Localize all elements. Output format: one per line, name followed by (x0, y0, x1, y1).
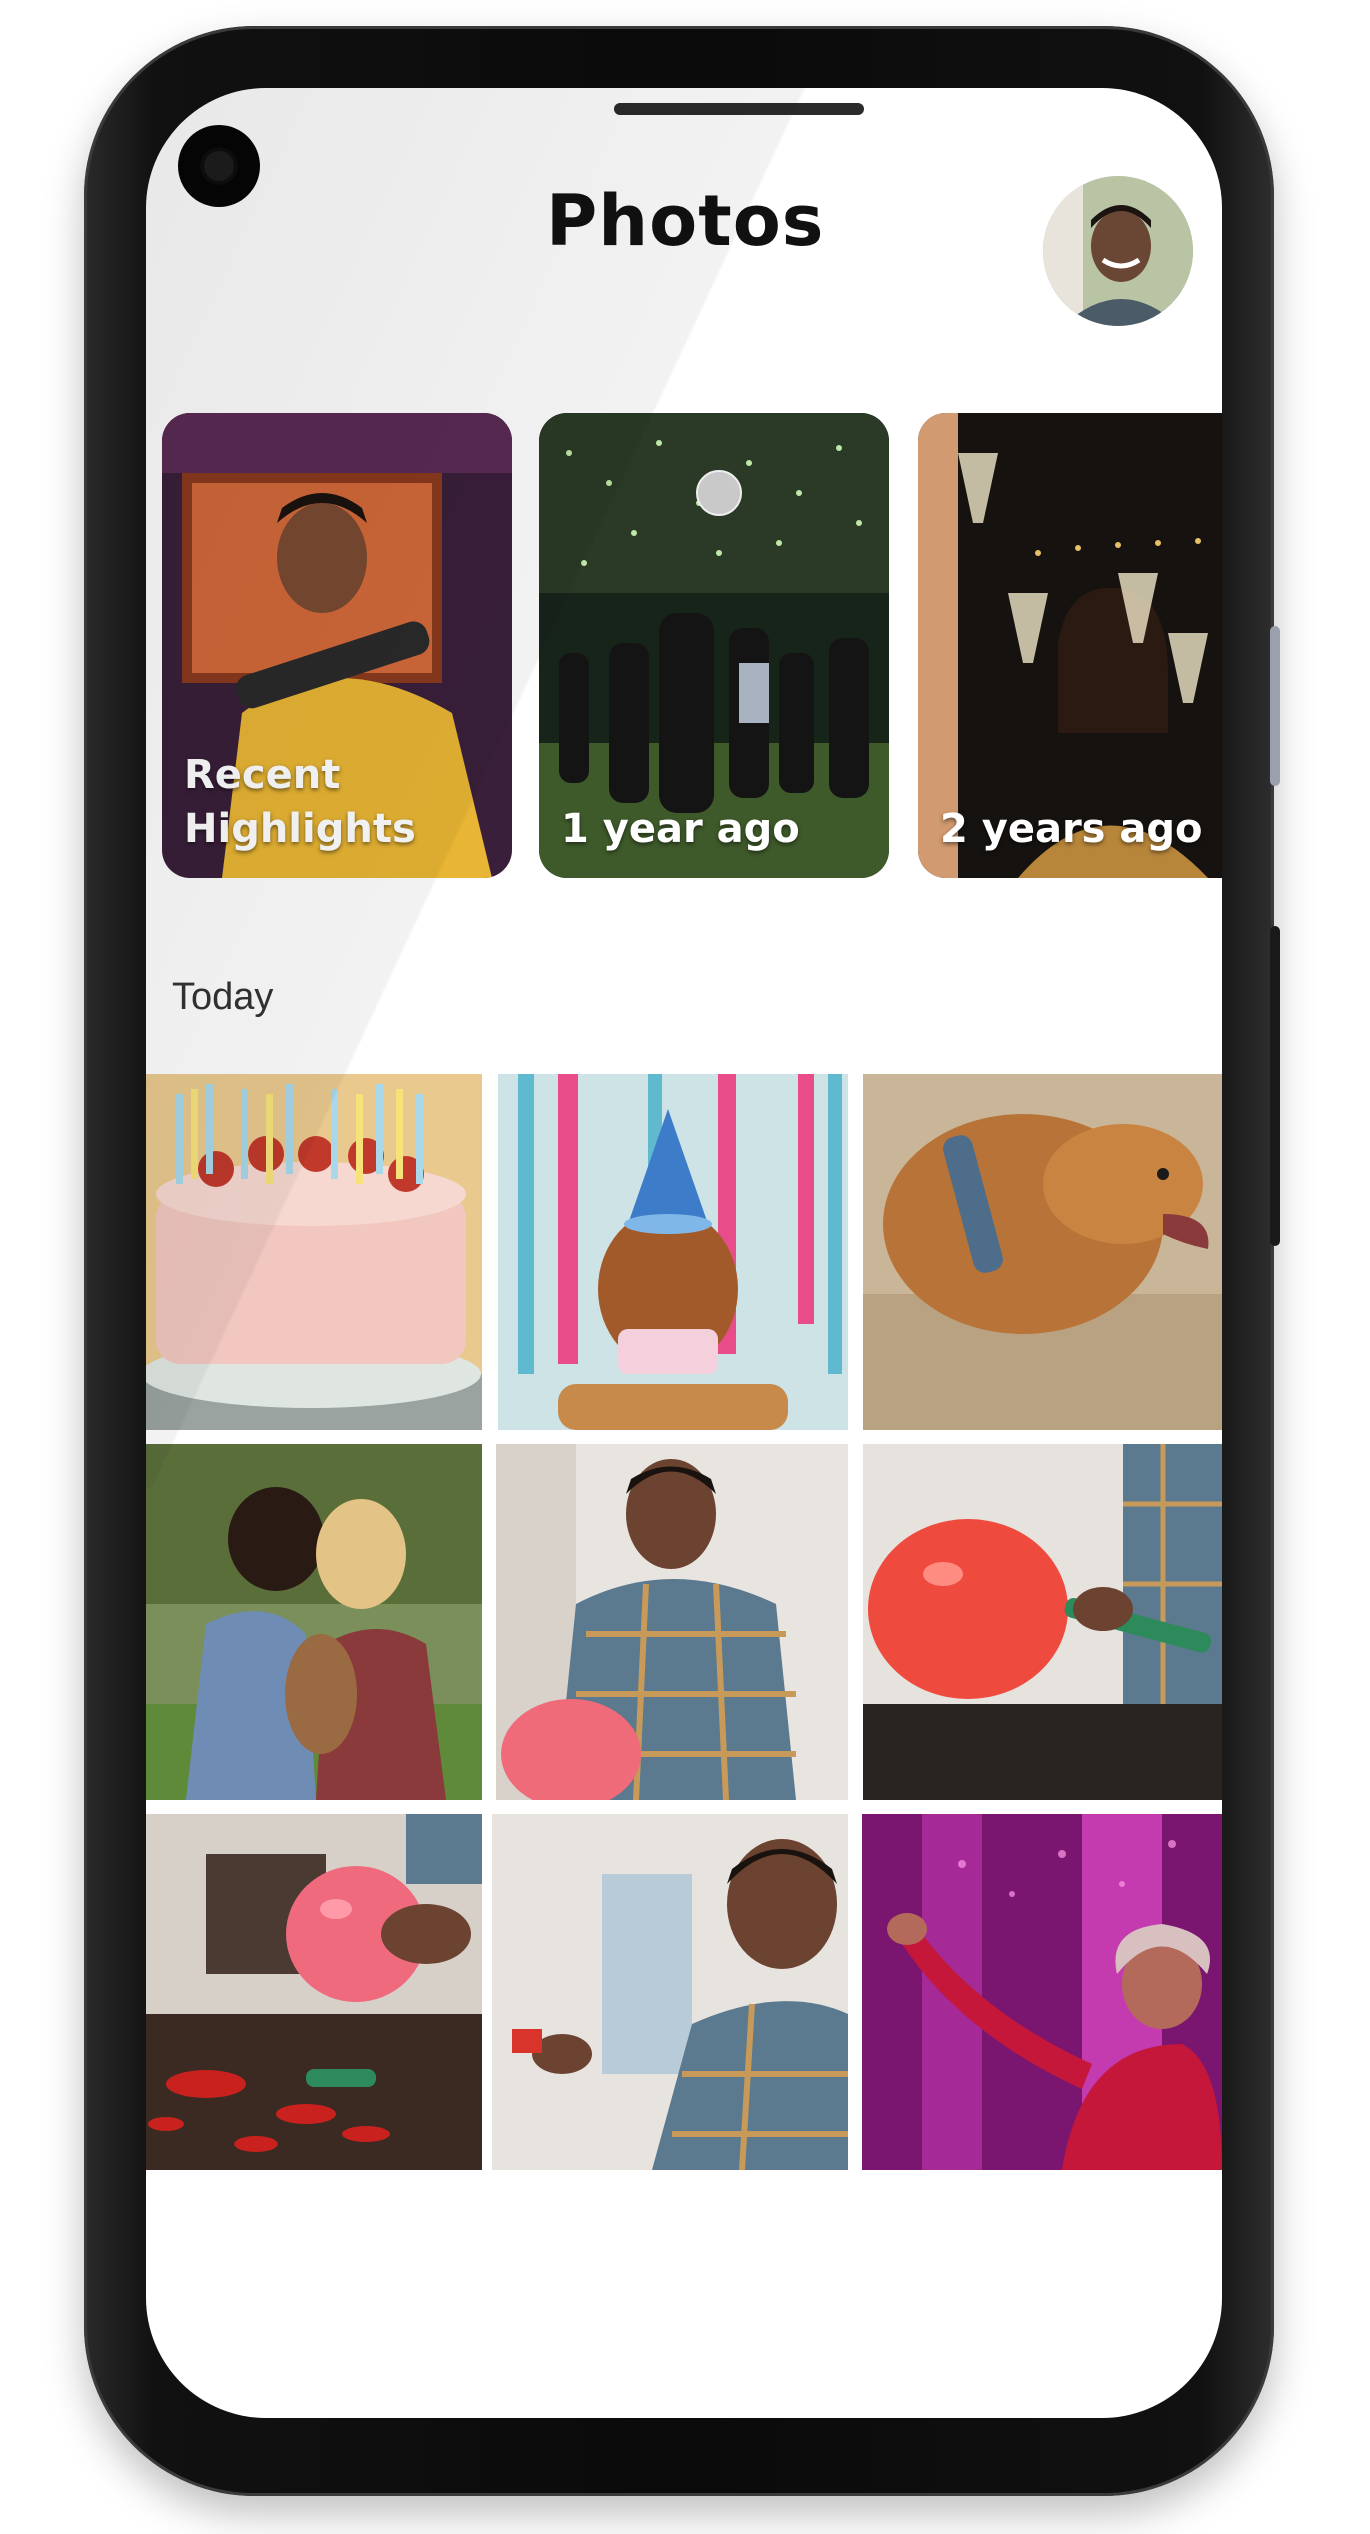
highlight-label: 2 years ago (940, 806, 1203, 852)
golden-retriever-icon (863, 1074, 1222, 1430)
app-title: Photos (546, 180, 825, 262)
photo-tile[interactable] (146, 1444, 482, 1800)
section-title: Today (172, 976, 274, 1018)
highlight-label: 1 year ago (561, 806, 800, 852)
power-button (1270, 926, 1280, 1246)
front-camera-icon (178, 125, 260, 207)
highlight-label: Recent Highlights (184, 752, 416, 852)
highlights-carousel[interactable]: Recent Highlights 1 year ago 2 years ago (146, 413, 1222, 883)
man-with-balloon-icon (496, 1444, 848, 1800)
phone-frame: Photos Recent Highlights 1 year ago 2 ye… (84, 26, 1280, 2496)
pink-balloon-table-icon (146, 1814, 482, 2170)
couple-with-dog-icon (146, 1444, 482, 1800)
inflating-balloon-icon (863, 1444, 1222, 1800)
party-hat-dog-icon (498, 1074, 848, 1430)
photo-tile[interactable] (146, 1814, 482, 2170)
earpiece (614, 103, 864, 115)
photo-tile[interactable] (862, 1814, 1222, 2170)
profile-avatar[interactable] (1043, 176, 1193, 326)
app-logo: Photos (546, 180, 826, 270)
birthday-cake-icon (146, 1074, 482, 1430)
highlight-card[interactable]: 2 years ago (918, 413, 1222, 878)
photo-tile[interactable] (863, 1444, 1222, 1800)
man-smiling-icon (492, 1814, 848, 2170)
photo-tile[interactable] (492, 1814, 848, 2170)
highlight-card[interactable]: 1 year ago (539, 413, 889, 878)
photo-tile[interactable] (146, 1074, 482, 1430)
disco-dancer-icon (862, 1814, 1222, 2170)
screen: Photos Recent Highlights 1 year ago 2 ye… (146, 88, 1222, 2418)
photo-tile[interactable] (863, 1074, 1222, 1430)
photo-tile[interactable] (496, 1444, 848, 1800)
highlight-card[interactable]: Recent Highlights (162, 413, 512, 878)
person-icon (1043, 176, 1193, 326)
volume-button (1270, 626, 1280, 786)
photo-tile[interactable] (498, 1074, 848, 1430)
